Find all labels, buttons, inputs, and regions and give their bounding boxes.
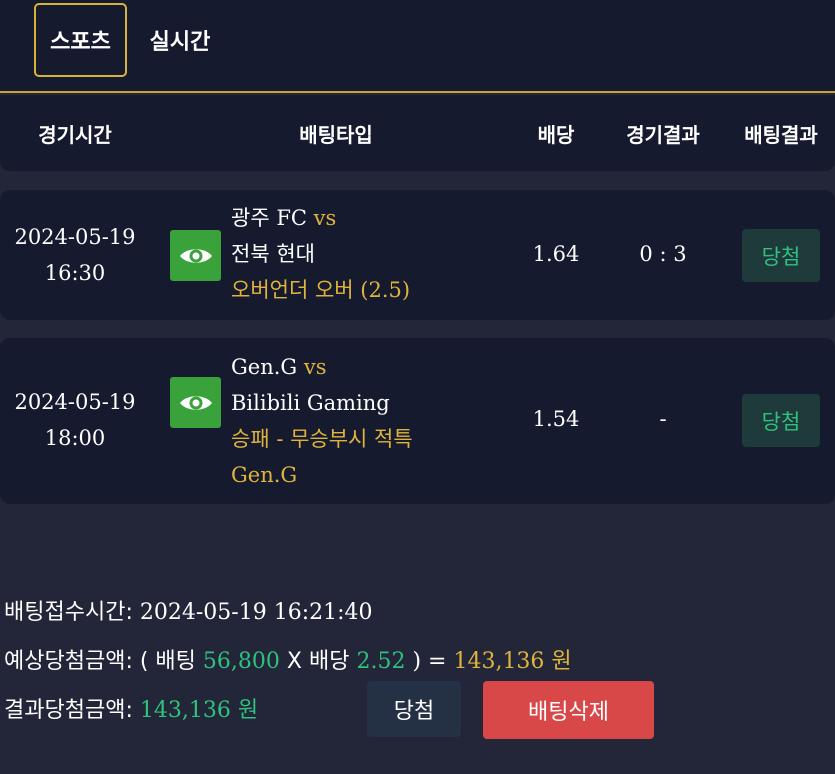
bet-clock: 16:30: [44, 261, 106, 285]
received-time-label: 배팅접수시간:: [4, 600, 133, 625]
bet-pick: 승패 - 무승부시 적특: [231, 427, 413, 451]
game-score: -: [659, 407, 667, 431]
bet-row: 2024-05-19 18:00 Gen.G vs Bilibili Gamin…: [0, 338, 835, 504]
bet-type-info: Gen.G vs Bilibili Gaming 승패 - 무승부시 적특 Ge…: [231, 349, 501, 493]
view-detail-button[interactable]: [170, 230, 221, 281]
times-odds-label: X 배당: [286, 649, 350, 674]
bet-clock: 18:00: [44, 426, 106, 450]
game-score: 0 : 3: [639, 242, 687, 266]
actual-payout-label: 결과당첨금액:: [4, 698, 133, 723]
bet-time: 2024-05-19 18:00: [0, 384, 150, 456]
bet-result-badge: 당첨: [742, 394, 820, 447]
bet-type-info: 광주 FC vs 전북 현대 오버언더 오버 (2.5): [231, 200, 501, 308]
received-time-value: 2024-05-19 16:21:40: [139, 600, 373, 625]
away-team: 전북 현대: [231, 242, 315, 266]
bet-date: 2024-05-19: [14, 225, 136, 249]
bet-pick-selection: Gen.G: [231, 463, 298, 487]
expected-payout: 예상당첨금액: ( 배팅 56,800 X 배당 2.52 ) = 143,13…: [4, 643, 572, 675]
tab-live[interactable]: 실시간: [140, 3, 220, 77]
bet-result-badge: 당첨: [742, 229, 820, 282]
view-detail-button[interactable]: [170, 377, 221, 428]
expected-open: ( 배팅: [139, 649, 196, 674]
expected-amount: 143,136 원: [453, 649, 572, 674]
bet-time: 2024-05-19 16:30: [0, 219, 150, 291]
eye-icon: [179, 248, 212, 263]
win-status-button[interactable]: 당첨: [367, 681, 461, 737]
stake-amount: 56,800: [202, 649, 280, 674]
home-team: Gen.G: [231, 355, 298, 379]
bet-odds: 1.54: [532, 407, 580, 431]
vs-label: vs: [313, 206, 337, 230]
delete-bet-button[interactable]: 배팅삭제: [483, 681, 654, 739]
column-header-time: 경기시간: [38, 122, 112, 147]
tab-sports[interactable]: 스포츠: [34, 3, 127, 77]
column-header-game-result: 경기결과: [626, 122, 700, 147]
bet-date: 2024-05-19: [14, 390, 136, 414]
column-header-odds: 배당: [537, 122, 575, 147]
actual-amount: 143,136 원: [139, 698, 259, 723]
expected-close: ) =: [412, 649, 447, 674]
vs-label: vs: [303, 355, 327, 379]
home-team: 광주 FC: [231, 206, 307, 230]
total-odds: 2.52: [356, 649, 406, 674]
expected-payout-label: 예상당첨금액:: [4, 649, 133, 674]
actual-payout: 결과당첨금액: 143,136 원: [4, 692, 258, 724]
away-team: Bilibili Gaming: [231, 391, 390, 415]
bet-pick: 오버언더 오버 (2.5): [231, 278, 411, 302]
column-header-bet-result: 배팅결과: [744, 122, 818, 147]
bet-odds: 1.64: [532, 242, 580, 266]
bet-table-header: 경기시간 배팅타입 배당 경기결과 배팅결과: [0, 95, 835, 171]
column-header-bet-type: 배팅타입: [299, 122, 373, 147]
bet-received-time: 배팅접수시간: 2024-05-19 16:21:40: [4, 594, 373, 626]
bet-row: 2024-05-19 16:30 광주 FC vs 전북 현대 오버언더 오버 …: [0, 190, 835, 320]
top-tab-bar: 스포츠 실시간: [0, 0, 835, 93]
eye-icon: [179, 395, 212, 410]
